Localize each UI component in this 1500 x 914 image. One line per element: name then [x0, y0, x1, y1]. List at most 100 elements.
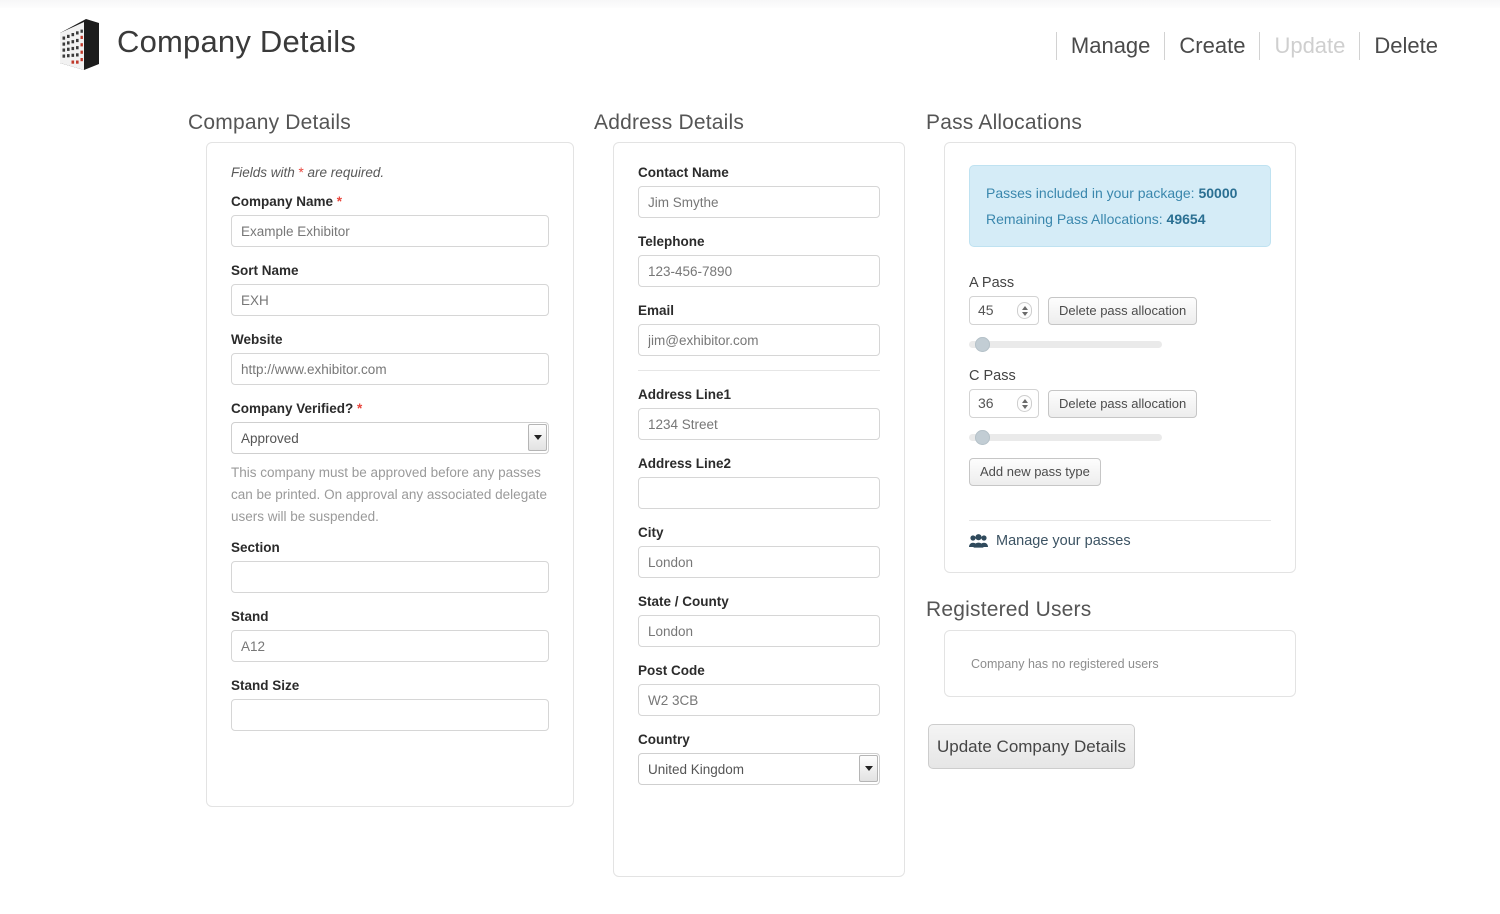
pass-allocation-c: C Pass 36 Delete pass allocation: [969, 368, 1271, 447]
company-verified-select[interactable]: Approved: [231, 422, 549, 454]
c-pass-slider[interactable]: [969, 427, 1162, 447]
company-verified-help: This company must be approved before any…: [231, 465, 547, 524]
company-verified-required-mark: *: [357, 401, 363, 416]
registered-users-empty-message: Company has no registered users: [971, 656, 1159, 671]
address-line2-label: Address Line2: [638, 456, 732, 471]
a-pass-delete-button[interactable]: Delete pass allocation: [1048, 296, 1198, 325]
field-post-code: Post Code: [638, 663, 880, 716]
company-details-panel: Fields with * are required. Company Name…: [206, 142, 574, 807]
manage-your-passes-label: Manage your passes: [996, 533, 1131, 549]
pass-allocations-heading: Pass Allocations: [926, 111, 1083, 134]
c-pass-slider-track: [969, 434, 1162, 441]
registered-users-panel: Company has no registered users: [944, 630, 1296, 697]
nav-item-delete[interactable]: Delete: [1359, 32, 1442, 60]
telephone-input[interactable]: [638, 255, 880, 287]
address-details-heading: Address Details: [594, 111, 745, 134]
city-input[interactable]: [638, 546, 880, 578]
pass-allocation-alert: Passes included in your package: 50000 R…: [969, 165, 1271, 247]
field-address-line1: Address Line1: [638, 387, 880, 440]
address-line1-input[interactable]: [638, 408, 880, 440]
nav-item-update: Update: [1259, 32, 1359, 60]
update-company-details-button[interactable]: Update Company Details: [928, 724, 1135, 769]
company-name-required-mark: *: [336, 194, 343, 209]
page-header: Company Details Manage Create Update Del…: [0, 0, 1500, 88]
manage-your-passes-link[interactable]: Manage your passes: [969, 533, 1271, 549]
passes-included-line: Passes included in your package: 50000: [986, 180, 1254, 206]
stand-label: Stand: [231, 609, 269, 624]
company-name-label: Company Name *: [231, 194, 549, 209]
add-new-pass-type-button[interactable]: Add new pass type: [969, 458, 1101, 486]
a-pass-slider-knob[interactable]: [975, 337, 990, 352]
contact-name-input[interactable]: [638, 186, 880, 218]
required-hint-pre: Fields with: [231, 165, 299, 180]
country-select[interactable]: United Kingdom: [638, 753, 880, 785]
field-section: Section: [231, 540, 549, 593]
c-pass-delete-button[interactable]: Delete pass allocation: [1048, 389, 1198, 418]
nav-item-create[interactable]: Create: [1164, 32, 1259, 60]
passes-included-label: Passes included in your package:: [986, 185, 1195, 201]
remaining-passes-value: 49654: [1166, 211, 1206, 227]
email-label: Email: [638, 303, 675, 318]
remaining-passes-line: Remaining Pass Allocations: 49654: [986, 206, 1254, 232]
a-pass-label: A Pass: [969, 275, 1015, 291]
building-logo-icon: [50, 15, 108, 73]
city-label: City: [638, 525, 664, 540]
nav-item-manage[interactable]: Manage: [1055, 32, 1165, 60]
field-state-county: State / County: [638, 594, 880, 647]
email-input[interactable]: [638, 324, 880, 356]
field-stand-size: Stand Size: [231, 678, 549, 731]
c-pass-label: C Pass: [969, 368, 1016, 384]
pass-allocations-panel: Passes included in your package: 50000 R…: [944, 142, 1296, 573]
c-pass-quantity-stepper[interactable]: 36: [969, 389, 1039, 418]
company-verified-select-wrapper: Approved: [231, 422, 549, 454]
users-group-icon: [969, 534, 988, 548]
post-code-label: Post Code: [638, 663, 705, 678]
field-telephone: Telephone: [638, 234, 880, 287]
company-name-label-text: Company Name: [231, 194, 334, 209]
c-pass-slider-knob[interactable]: [975, 430, 990, 445]
address-divider: [638, 370, 880, 371]
contact-name-label: Contact Name: [638, 165, 729, 180]
section-label: Section: [231, 540, 280, 555]
field-contact-name: Contact Name: [638, 165, 880, 218]
address-details-panel: Contact Name Telephone Email Address Lin…: [613, 142, 905, 877]
stepper-arrows-icon[interactable]: [1017, 302, 1032, 319]
c-pass-value: 36: [978, 395, 994, 411]
field-company-verified: Company Verified? * Approved This compan…: [231, 401, 549, 528]
stand-input[interactable]: [231, 630, 549, 662]
address-line1-label: Address Line1: [638, 387, 732, 402]
passes-included-value: 50000: [1198, 185, 1238, 201]
c-pass-row: 36 Delete pass allocation: [969, 389, 1271, 418]
top-navigation: Manage Create Update Delete: [1055, 29, 1442, 63]
post-code-input[interactable]: [638, 684, 880, 716]
a-pass-value: 45: [978, 302, 994, 318]
company-details-heading: Company Details: [188, 111, 351, 134]
company-name-input[interactable]: [231, 215, 549, 247]
state-county-input[interactable]: [638, 615, 880, 647]
stepper-arrows-icon[interactable]: [1017, 395, 1032, 412]
address-line2-input[interactable]: [638, 477, 880, 509]
sort-name-input[interactable]: [231, 284, 549, 316]
stand-size-input[interactable]: [231, 699, 549, 731]
website-label: Website: [231, 332, 283, 347]
section-input[interactable]: [231, 561, 549, 593]
registered-users-heading: Registered Users: [926, 598, 1092, 621]
field-stand: Stand: [231, 609, 549, 662]
website-input[interactable]: [231, 353, 549, 385]
a-pass-slider[interactable]: [969, 334, 1162, 354]
field-address-line2: Address Line2: [638, 456, 880, 509]
a-pass-quantity-stepper[interactable]: 45: [969, 296, 1039, 325]
required-fields-hint: Fields with * are required.: [231, 165, 549, 180]
page-root: Company Details Manage Create Update Del…: [0, 0, 1500, 914]
required-hint-post: are required.: [303, 165, 385, 180]
page-title: Company Details: [117, 24, 357, 59]
field-country: Country United Kingdom: [638, 732, 880, 785]
a-pass-slider-track: [969, 341, 1162, 348]
stand-size-label: Stand Size: [231, 678, 300, 693]
state-county-label: State / County: [638, 594, 729, 609]
pass-allocation-a: A Pass 45 Delete pass allocation: [969, 275, 1271, 354]
remaining-passes-label: Remaining Pass Allocations:: [986, 211, 1163, 227]
field-city: City: [638, 525, 880, 578]
company-verified-label-text: Company Verified?: [231, 401, 354, 416]
sort-name-label: Sort Name: [231, 263, 299, 278]
